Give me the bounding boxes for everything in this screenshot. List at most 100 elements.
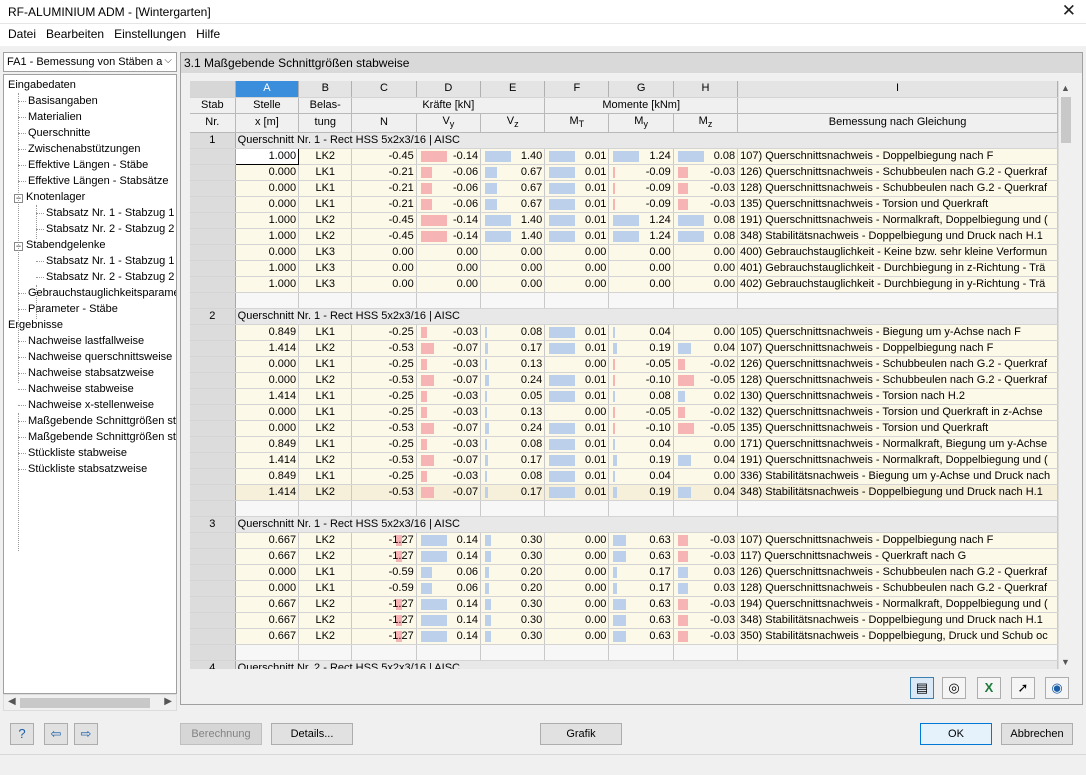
cell-vy[interactable]: -0.14 [416, 148, 482, 165]
cell-mz[interactable]: -0.03 [673, 196, 739, 213]
column-letter[interactable]: F [544, 81, 610, 98]
cell-load-case[interactable]: LK2 [298, 628, 353, 645]
row-header[interactable] [190, 148, 236, 165]
table-row[interactable]: 0.667 LK2 -1.27 0.14 0.30 0.00 0.63 -0.03 117) Q… [190, 548, 1058, 565]
table-row[interactable]: 0.849 LK1 -0.25 -0.03 0.08 0.01 0.04 0.00 105) Q… [190, 324, 1058, 341]
cell-vy[interactable]: 0.14 [416, 628, 482, 645]
row-header[interactable] [190, 228, 236, 245]
tree-item[interactable]: Stabsatz Nr. 2 - Stabzug 2 [46, 269, 174, 285]
cell-mz[interactable]: 0.00 [673, 324, 739, 341]
section-row[interactable]: 2 Querschnitt Nr. 1 - Rect HSS 5x2x3/16 |… [190, 308, 1058, 325]
table-row[interactable]: 0.667 LK2 -1.27 0.14 0.30 0.00 0.63 -0.03 350) S… [190, 628, 1058, 645]
scroll-thumb[interactable] [20, 698, 150, 708]
section-row[interactable]: 4 Querschnitt Nr. 2 - Rect HSS 5x2x3/16 |… [190, 660, 1058, 669]
empty-cell[interactable] [416, 292, 482, 309]
cell-position[interactable]: 1.000 [235, 228, 300, 245]
empty-cell[interactable] [480, 644, 546, 661]
cell-load-case[interactable]: LK1 [298, 564, 353, 581]
cell-load-case[interactable]: LK2 [298, 612, 353, 629]
cell-my[interactable]: 1.24 [608, 228, 674, 245]
cell-load-case[interactable]: LK1 [298, 356, 353, 373]
cell-n[interactable]: -0.25 [351, 388, 417, 405]
tree-item[interactable]: Nachweise stabweise [28, 381, 134, 397]
cell-position[interactable]: 0.000 [235, 580, 300, 597]
row-header[interactable] [190, 356, 236, 373]
cell-my[interactable]: 1.24 [608, 148, 674, 165]
cell-vy[interactable]: -0.07 [416, 452, 482, 469]
empty-cell[interactable] [737, 644, 1058, 661]
cell-vz[interactable]: 0.30 [480, 532, 546, 549]
column-letter[interactable]: D [416, 81, 482, 98]
cell-my[interactable]: 0.19 [608, 452, 674, 469]
cell-vz[interactable]: 0.17 [480, 484, 546, 501]
cell-vy[interactable]: -0.03 [416, 436, 482, 453]
cell-mz[interactable]: -0.03 [673, 612, 739, 629]
cell-vz[interactable]: 0.67 [480, 196, 546, 213]
cell-load-case[interactable]: LK1 [298, 388, 353, 405]
cell-design-check[interactable]: 132) Querschnittsnachweis - Torsion und … [737, 404, 1058, 421]
cell-position[interactable]: 0.000 [235, 244, 300, 261]
menu-hilfe[interactable]: Hilfe [188, 24, 220, 41]
tree-item[interactable]: Querschnitte [28, 125, 90, 141]
row-header[interactable] [190, 260, 236, 277]
cell-vz[interactable]: 0.24 [480, 372, 546, 389]
tree-item[interactable]: Maßgebende Schnittgrößen sta [28, 429, 176, 445]
cell-load-case[interactable]: LK2 [298, 452, 353, 469]
row-header[interactable] [190, 420, 236, 437]
cell-vz[interactable]: 0.00 [480, 244, 546, 261]
tree-item[interactable]: − Knotenlager [14, 189, 85, 205]
scroll-down-icon[interactable]: ▼ [1061, 657, 1070, 667]
cell-load-case[interactable]: LK1 [298, 164, 353, 181]
row-header[interactable] [190, 436, 236, 453]
eye-icon[interactable]: ◉ [1045, 677, 1069, 699]
row-header[interactable] [190, 548, 236, 565]
cell-n[interactable]: -1.27 [351, 628, 417, 645]
cell-position[interactable]: 0.849 [235, 436, 300, 453]
cell-load-case[interactable]: LK2 [298, 148, 353, 165]
cell-vy[interactable]: -0.07 [416, 372, 482, 389]
row-header[interactable] [190, 644, 236, 661]
table-row[interactable]: 1.000 LK2 -0.45 -0.14 1.40 0.01 1.24 0.08 191) Q… [190, 212, 1058, 229]
cell-load-case[interactable]: LK3 [298, 260, 353, 277]
cell-load-case[interactable]: LK2 [298, 420, 353, 437]
row-header[interactable] [190, 244, 236, 261]
table-row[interactable]: 0.000 LK1 -0.21 -0.06 0.67 0.01 -0.09 -0.03 135)… [190, 196, 1058, 213]
column-letter[interactable]: C [351, 81, 417, 98]
empty-cell[interactable] [351, 500, 417, 517]
cell-mt[interactable]: 0.00 [544, 580, 610, 597]
cell-mt[interactable]: 0.01 [544, 484, 610, 501]
cell-load-case[interactable]: LK2 [298, 532, 353, 549]
table-row[interactable]: 0.000 LK1 -0.25 -0.03 0.13 0.00 -0.05 -0.02 126)… [190, 356, 1058, 373]
cell-mz[interactable]: -0.03 [673, 164, 739, 181]
cell-load-case[interactable]: LK1 [298, 468, 353, 485]
cell-mt[interactable]: 0.01 [544, 436, 610, 453]
table-row[interactable]: 1.414 LK2 -0.53 -0.07 0.17 0.01 0.19 0.04 107) Q… [190, 340, 1058, 357]
cell-mz[interactable]: -0.05 [673, 420, 739, 437]
cell-design-check[interactable]: 107) Querschnittsnachweis - Doppelbiegun… [737, 340, 1058, 357]
cell-position[interactable]: 0.000 [235, 356, 300, 373]
cell-n[interactable]: -0.53 [351, 420, 417, 437]
tree-item[interactable]: Stabsatz Nr. 1 - Stabzug 1 [46, 205, 174, 221]
row-header[interactable] [190, 532, 236, 549]
cell-my[interactable]: 0.00 [608, 260, 674, 277]
table-row[interactable]: 1.000 LK3 0.00 0.00 0.00 0.00 0.00 0.00 401) Geb… [190, 260, 1058, 277]
cell-design-check[interactable]: 194) Querschnittsnachweis - Normalkraft,… [737, 596, 1058, 613]
cell-vz[interactable]: 0.05 [480, 388, 546, 405]
cell-vy[interactable]: 0.00 [416, 244, 482, 261]
empty-cell[interactable] [544, 500, 610, 517]
empty-cell[interactable] [416, 500, 482, 517]
cell-design-check[interactable]: 135) Querschnittsnachweis - Torsion und … [737, 196, 1058, 213]
table-row[interactable]: 0.000 LK2 -0.53 -0.07 0.24 0.01 -0.10 -0.05 135)… [190, 420, 1058, 437]
cell-load-case[interactable]: LK2 [298, 372, 353, 389]
cell-position[interactable]: 0.667 [235, 628, 300, 645]
cell-mz[interactable]: -0.03 [673, 596, 739, 613]
tree-item[interactable]: Stückliste stabweise [28, 445, 127, 461]
close-icon[interactable]: ✕ [1062, 1, 1076, 21]
cell-design-check[interactable]: 336) Stabilitätsnachweis - Biegung um y-… [737, 468, 1058, 485]
tree-item[interactable]: Zwischenabstützungen [28, 141, 141, 157]
cell-mz[interactable]: 0.04 [673, 340, 739, 357]
empty-cell[interactable] [298, 644, 353, 661]
cell-mz[interactable]: 0.04 [673, 484, 739, 501]
cell-vy[interactable]: -0.07 [416, 484, 482, 501]
pointer-icon[interactable]: ➚ [1011, 677, 1035, 699]
